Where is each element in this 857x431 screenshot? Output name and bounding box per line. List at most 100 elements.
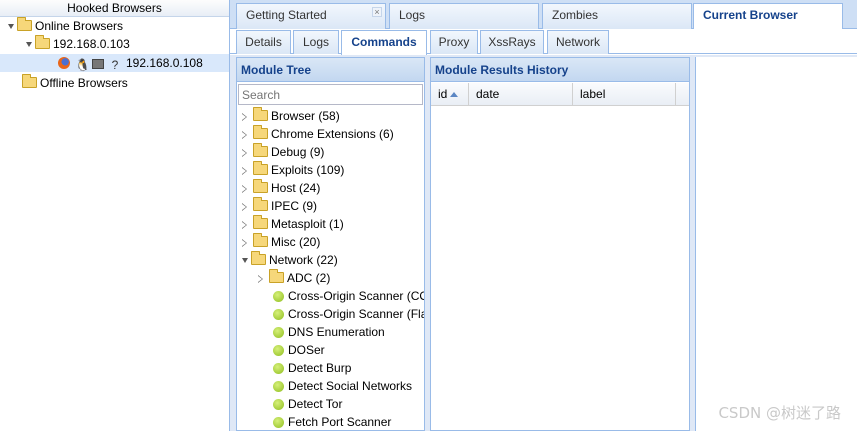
- category-label: Exploits (109): [271, 163, 345, 177]
- module-status-icon: [273, 381, 284, 392]
- column-header-label[interactable]: label: [573, 83, 676, 106]
- folder-icon: [253, 179, 268, 193]
- module-tree-panel: Module Tree Browser (58) Chrome Extensio…: [236, 57, 425, 431]
- watermark: CSDN @树迷了路: [718, 404, 841, 422]
- module-status-icon: [273, 309, 284, 320]
- tab-proxy[interactable]: Proxy: [430, 30, 478, 54]
- folder-icon: [253, 125, 268, 139]
- tab-zombies[interactable]: Zombies: [542, 3, 692, 29]
- hardware-icon: [92, 59, 104, 69]
- folder-open-icon: [17, 17, 32, 31]
- online-browsers-label: Online Browsers: [35, 19, 124, 33]
- module-results-title: Module Results History: [431, 58, 689, 82]
- tab-details[interactable]: Details: [236, 30, 291, 54]
- category-label: Chrome Extensions (6): [271, 127, 394, 141]
- tab-browser-logs[interactable]: Logs: [293, 30, 339, 54]
- expand-arrow-icon[interactable]: [8, 24, 14, 29]
- module-search-input[interactable]: [238, 84, 423, 105]
- category-label: IPEC (9): [271, 199, 318, 213]
- column-id-label: id: [438, 87, 448, 101]
- module-results-panel: Module Results History id date label: [430, 57, 690, 431]
- tab-current-browser[interactable]: Current Browser: [693, 3, 843, 29]
- expand-arrow-icon[interactable]: [242, 167, 248, 175]
- category-debug[interactable]: Debug (9): [242, 143, 324, 161]
- module-item[interactable]: DNS Enumeration: [273, 323, 385, 341]
- expand-arrow-icon[interactable]: [26, 42, 32, 47]
- tab-zombies-label: Zombies: [552, 8, 599, 22]
- expand-arrow-icon[interactable]: [242, 203, 248, 211]
- main-tab-bar: Getting Started × Logs Zombies Current B…: [230, 0, 857, 29]
- module-label: Detect Burp: [288, 361, 352, 375]
- tree-node-offline-browsers[interactable]: Offline Browsers: [0, 74, 229, 92]
- module-label: DNS Enumeration: [288, 325, 385, 339]
- category-label: Browser (58): [271, 109, 340, 123]
- module-status-icon: [273, 345, 284, 356]
- tab-commands[interactable]: Commands: [341, 30, 427, 55]
- tree-node-online-browsers[interactable]: Online Browsers: [0, 17, 229, 35]
- folder-icon: [253, 215, 268, 229]
- tab-getting-started-label: Getting Started: [246, 8, 327, 22]
- category-host[interactable]: Host (24): [242, 179, 320, 197]
- sort-ascending-icon: [450, 92, 459, 97]
- folder-icon: [22, 74, 37, 88]
- expand-arrow-icon[interactable]: [242, 221, 248, 229]
- expand-arrow-icon[interactable]: [242, 149, 248, 157]
- tab-getting-started[interactable]: Getting Started ×: [236, 3, 386, 29]
- tab-current-browser-label: Current Browser: [703, 8, 798, 22]
- firefox-icon: [58, 57, 70, 69]
- collapse-arrow-icon[interactable]: [242, 258, 248, 263]
- module-status-icon: [273, 291, 284, 302]
- tab-logs-label: Logs: [399, 8, 426, 22]
- folder-open-icon: [35, 35, 50, 49]
- folder-icon: [253, 143, 268, 157]
- module-label: Detect Social Networks: [288, 379, 413, 393]
- tree-node-hooked-browser[interactable]: 🐧? 192.168.0.108: [0, 54, 229, 72]
- folder-icon: [253, 233, 268, 247]
- category-misc[interactable]: Misc (20): [242, 233, 320, 251]
- category-exploits[interactable]: Exploits (109): [242, 161, 344, 179]
- module-label: Cross-Origin Scanner (CORS): [288, 289, 424, 303]
- expand-arrow-icon[interactable]: [242, 113, 248, 121]
- column-header-date[interactable]: date: [469, 83, 573, 106]
- column-date-label: date: [476, 87, 500, 101]
- tab-logs[interactable]: Logs: [389, 3, 539, 29]
- unknown-icon: ?: [111, 58, 119, 72]
- module-tree-title: Module Tree: [237, 58, 424, 82]
- host-ip-label: 192.168.0.103: [53, 37, 130, 51]
- tab-xssrays[interactable]: XssRays: [480, 30, 544, 54]
- folder-icon: [253, 197, 268, 211]
- hooked-browsers-title: Hooked Browsers: [0, 0, 229, 17]
- module-status-icon: [273, 363, 284, 374]
- category-browser[interactable]: Browser (58): [242, 107, 340, 125]
- module-item[interactable]: DOSer: [273, 341, 325, 359]
- linux-icon: 🐧: [75, 58, 90, 72]
- expand-arrow-icon[interactable]: [242, 239, 248, 247]
- module-item[interactable]: Detect Burp: [273, 359, 351, 377]
- expand-arrow-icon[interactable]: [242, 131, 248, 139]
- subfolder-label: ADC (2): [287, 271, 331, 285]
- tab-network[interactable]: Network: [547, 30, 609, 54]
- module-item[interactable]: Detect Tor: [273, 395, 342, 413]
- tree-node-host[interactable]: 192.168.0.103: [0, 35, 229, 53]
- subfolder-adc[interactable]: ADC (2): [258, 269, 330, 287]
- module-label: Detect Tor: [288, 397, 343, 411]
- category-chrome-extensions[interactable]: Chrome Extensions (6): [242, 125, 394, 143]
- browser-sub-tab-bar: Details Logs Commands Proxy XssRays Netw…: [230, 29, 857, 55]
- category-network[interactable]: Network (22): [242, 251, 338, 269]
- expand-arrow-icon[interactable]: [242, 185, 248, 193]
- folder-icon: [253, 107, 268, 121]
- folder-icon: [269, 269, 284, 283]
- category-ipec[interactable]: IPEC (9): [242, 197, 317, 215]
- module-item[interactable]: Detect Social Networks: [273, 377, 412, 395]
- module-status-icon: [273, 327, 284, 338]
- module-item[interactable]: Cross-Origin Scanner (Flash): [273, 305, 424, 323]
- module-item[interactable]: Cross-Origin Scanner (CORS): [273, 287, 424, 305]
- category-label: Debug (9): [271, 145, 325, 159]
- column-header-id[interactable]: id: [431, 83, 469, 106]
- module-item[interactable]: Fetch Port Scanner: [273, 413, 391, 431]
- column-label-label: label: [580, 87, 606, 101]
- hooked-browsers-panel: Hooked Browsers Online Browsers 192.168.…: [0, 0, 230, 431]
- close-icon[interactable]: ×: [372, 7, 382, 17]
- category-metasploit[interactable]: Metasploit (1): [242, 215, 344, 233]
- expand-arrow-icon[interactable]: [258, 275, 264, 283]
